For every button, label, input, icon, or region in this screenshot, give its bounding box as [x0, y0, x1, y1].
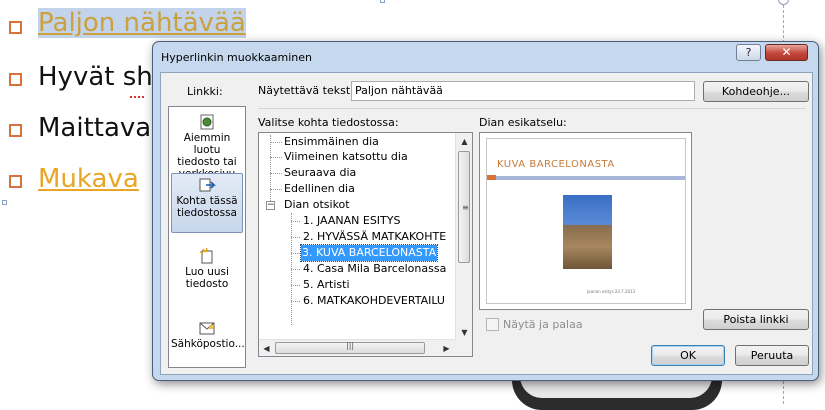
- email-icon: [199, 322, 215, 335]
- sidebar-item-email[interactable]: Sähköpostio...: [171, 317, 245, 357]
- preview-barcelona-image: [563, 195, 612, 269]
- cancel-button[interactable]: Peruuta: [735, 345, 809, 366]
- tree-connector: [291, 253, 300, 254]
- sidebar-item-new-document[interactable]: Luo uusi tiedosto: [171, 245, 243, 295]
- display-text-label: Näytettävä teksti:: [258, 84, 357, 97]
- link-to-label: Linkki:: [187, 85, 223, 98]
- sidebar-item-place-in-document[interactable]: Kohta tässä tiedostossa: [171, 173, 243, 233]
- tree-item-label: 2. HYVÄSSÄ MATKAKOHTE: [303, 230, 447, 243]
- dialog-content: Linkki: Aiemmin luotu tiedosto tai verkk…: [160, 72, 813, 375]
- tree-connector: [270, 173, 282, 174]
- place-in-document-label: Valitse kohta tiedostossa:: [258, 116, 399, 129]
- help-button[interactable]: ?: [736, 44, 761, 61]
- tree-connector: [291, 237, 300, 238]
- tree-connector: [270, 142, 282, 143]
- selection-handle[interactable]: [380, 0, 385, 3]
- collapse-expander[interactable]: −: [266, 201, 275, 210]
- tree-connector: [291, 269, 300, 270]
- scroll-left-arrow-icon[interactable]: ◀: [259, 341, 274, 356]
- tree-connector: [270, 189, 282, 190]
- slide-bullet-text-4[interactable]: Mukava: [38, 164, 139, 194]
- tree-item-label: 5. Artisti: [303, 278, 350, 291]
- tree-item-label: Seuraava dia: [284, 166, 357, 179]
- sidebar-item-label: Luo uusi tiedosto: [185, 266, 229, 290]
- dialog-titlebar[interactable]: Hyperlinkin muokkaaminen ? ✕: [153, 42, 818, 72]
- edit-hyperlink-dialog: Hyperlinkin muokkaaminen ? ✕ Linkki: Aie…: [152, 41, 819, 381]
- bullet-marker: [9, 124, 22, 137]
- tree-item-label: 4. Casa Mila Barcelonassa: [303, 262, 447, 275]
- tree-connector: [270, 157, 282, 158]
- bullet-marker: [9, 175, 22, 188]
- preview-title-accent: [487, 175, 496, 180]
- spellcheck-underline: [130, 95, 144, 98]
- tree-item-label: 3. KUVA BARCELONASTA: [299, 244, 439, 262]
- sidebar-item-label: Kohta tässä tiedostossa: [176, 195, 238, 219]
- bullet-marker: [9, 21, 22, 34]
- slide-bullet-text-2[interactable]: Hyvät sh: [38, 62, 153, 92]
- tree-item-label: 1. JAANAN ESITYS: [303, 214, 401, 227]
- tree-horizontal-scrollbar[interactable]: ◀ ||| ▶: [259, 339, 457, 356]
- new-document-icon: [199, 248, 213, 264]
- tree-item-label: 6. MATKAKOHDEVERTAILU: [303, 294, 445, 307]
- bullet-marker: [9, 73, 22, 86]
- place-tree[interactable]: Ensimmäinen dia Viimeinen katsottu dia S…: [258, 132, 473, 357]
- scroll-down-arrow-icon[interactable]: ▼: [457, 325, 472, 340]
- preview-slide-title: KUVA BARCELONASTA: [497, 159, 615, 170]
- display-text-input[interactable]: Paljon nähtävää: [351, 81, 695, 101]
- preview-slide: KUVA BARCELONASTA Jaanan esitys 23.7.201…: [486, 138, 686, 304]
- tree-item-label: Edellinen dia: [284, 182, 355, 195]
- close-button[interactable]: ✕: [765, 44, 808, 61]
- resize-handle[interactable]: [778, 0, 789, 5]
- tree-vertical-scrollbar[interactable]: ▲ ≡ ▼: [455, 133, 472, 341]
- show-and-return-label: Näytä ja palaa: [503, 318, 583, 331]
- slide-bullet-text-1[interactable]: Paljon nähtävää: [38, 8, 246, 38]
- grip-icon: ≡: [462, 203, 469, 212]
- slide-preview: KUVA BARCELONASTA Jaanan esitys 23.7.201…: [479, 132, 692, 310]
- dialog-title: Hyperlinkin muokkaaminen: [161, 51, 312, 64]
- tree-connector: [291, 301, 300, 302]
- sidebar-item-existing-file[interactable]: Aiemmin luotu tiedosto tai verkkosivu: [171, 111, 243, 180]
- tree-connector: [291, 285, 300, 286]
- tree-item-label: Viimeinen katsottu dia: [284, 150, 408, 163]
- tree-connector: [270, 135, 271, 207]
- link-to-sidebar: Aiemmin luotu tiedosto tai verkkosivu Ko…: [168, 106, 246, 368]
- separator: [258, 108, 806, 109]
- web-page-icon: [200, 114, 214, 130]
- slide-preview-label: Dian esikatselu:: [479, 116, 567, 129]
- scroll-right-arrow-icon[interactable]: ▶: [439, 341, 454, 356]
- show-and-return-checkbox[interactable]: [486, 318, 499, 331]
- tree-item-label: Dian otsikot: [284, 198, 350, 211]
- slide-bullet-text-3[interactable]: Maittava: [38, 113, 151, 143]
- ok-button[interactable]: OK: [651, 345, 725, 366]
- sidebar-item-label: Sähköpostio...: [171, 338, 245, 350]
- scroll-thumb[interactable]: |||: [275, 341, 425, 354]
- document-place-icon: [199, 178, 216, 192]
- preview-footer: Jaanan esitys 23.7.2013: [587, 289, 636, 294]
- selection-handle[interactable]: [2, 200, 7, 205]
- screentip-button[interactable]: Kohdeohje...: [703, 81, 809, 102]
- remove-link-button[interactable]: Poista linkki: [703, 309, 809, 330]
- tree-item-label: Ensimmäinen dia: [284, 135, 379, 148]
- preview-title-bar: [487, 176, 685, 180]
- scrollbar-corner: [455, 339, 472, 356]
- grip-icon: |||: [346, 341, 355, 350]
- scroll-thumb[interactable]: ≡: [458, 151, 470, 263]
- scroll-up-arrow-icon[interactable]: ▲: [457, 134, 472, 149]
- tree-connector: [291, 221, 300, 222]
